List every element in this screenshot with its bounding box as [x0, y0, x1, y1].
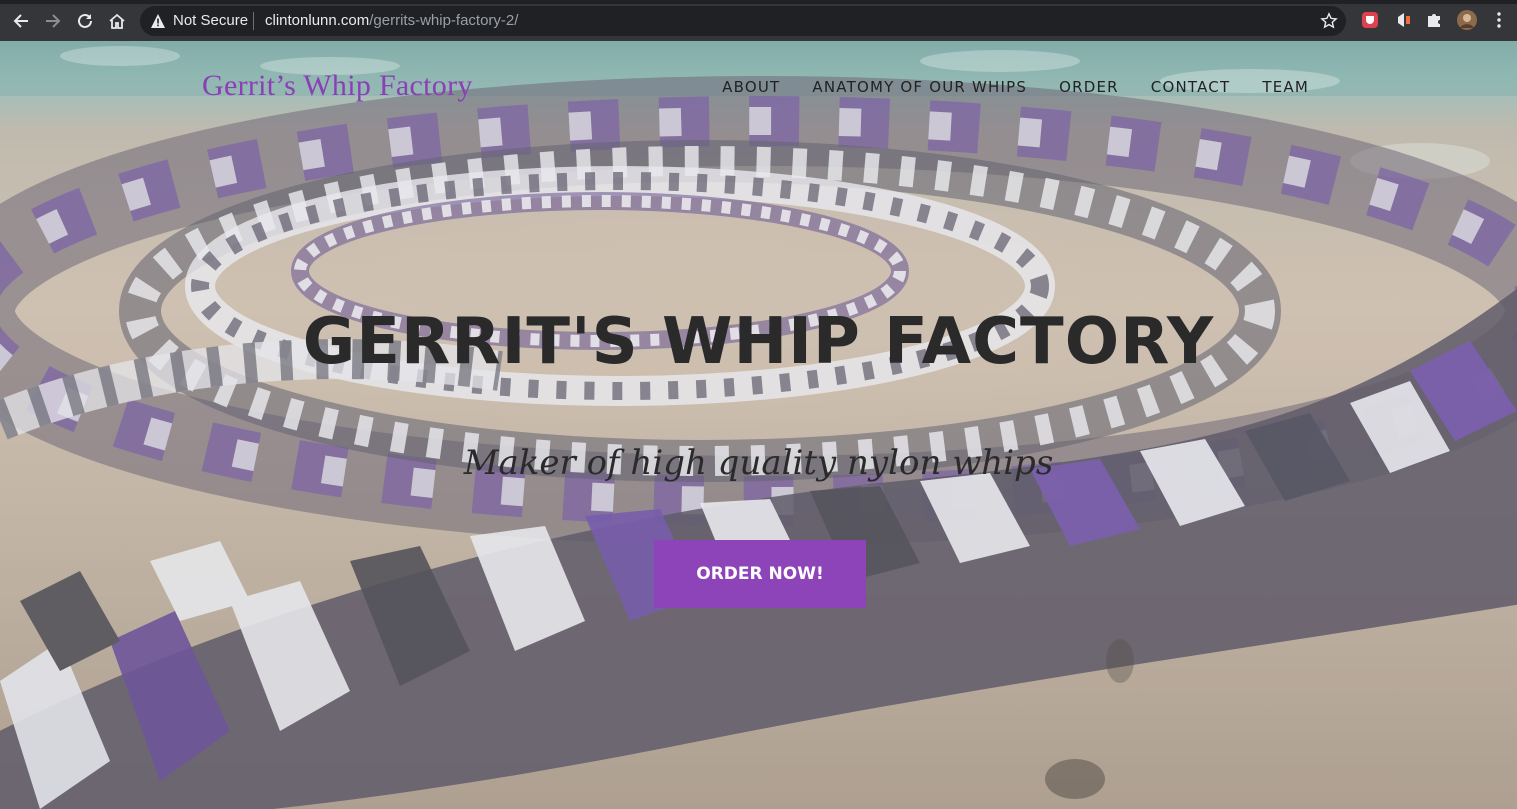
- order-now-button[interactable]: ORDER NOW!: [654, 540, 866, 608]
- extension-icon[interactable]: [1395, 11, 1413, 29]
- hero-section: Gerrit’s Whip Factory ABOUT ANATOMY OF O…: [0, 41, 1517, 809]
- menu-dots-icon[interactable]: [1490, 11, 1508, 29]
- avatar[interactable]: [1457, 10, 1477, 30]
- nav-about[interactable]: ABOUT: [722, 78, 780, 96]
- address-bar[interactable]: Not Secure clintonlunn.com/gerrits-whip-…: [140, 6, 1346, 36]
- home-icon[interactable]: [104, 8, 130, 34]
- tab-strip-edge: [0, 0, 1517, 4]
- nav-anatomy-of-our-whips[interactable]: ANATOMY OF OUR WHIPS: [812, 78, 1027, 96]
- url-text[interactable]: clintonlunn.com/gerrits-whip-factory-2/: [265, 12, 518, 29]
- reload-icon[interactable]: [72, 8, 98, 34]
- image-overlay: [0, 41, 1517, 809]
- security-label: Not Secure: [173, 12, 249, 29]
- back-icon[interactable]: [8, 8, 34, 34]
- main-nav: ABOUT ANATOMY OF OUR WHIPS ORDER CONTACT…: [722, 78, 1309, 96]
- hero-subtitle: Maker of high quality nylon whips: [463, 443, 1054, 483]
- nav-contact[interactable]: CONTACT: [1151, 78, 1231, 96]
- url-path: /gerrits-whip-factory-2/: [369, 12, 519, 29]
- hero-title: GERRIT'S WHIP FACTORY: [302, 305, 1215, 379]
- warning-icon: [151, 14, 165, 28]
- puzzle-icon[interactable]: [1425, 11, 1443, 29]
- shield-extension-icon[interactable]: [1361, 11, 1379, 29]
- url-host: clintonlunn.com: [265, 12, 370, 29]
- star-icon[interactable]: [1320, 12, 1338, 30]
- forward-icon[interactable]: [40, 8, 66, 34]
- browser-toolbar: Not Secure clintonlunn.com/gerrits-whip-…: [0, 0, 1517, 41]
- site-logo[interactable]: Gerrit’s Whip Factory: [202, 69, 473, 103]
- nav-order[interactable]: ORDER: [1059, 78, 1119, 96]
- nav-team[interactable]: TEAM: [1262, 78, 1309, 96]
- omnibox-divider: [253, 12, 254, 30]
